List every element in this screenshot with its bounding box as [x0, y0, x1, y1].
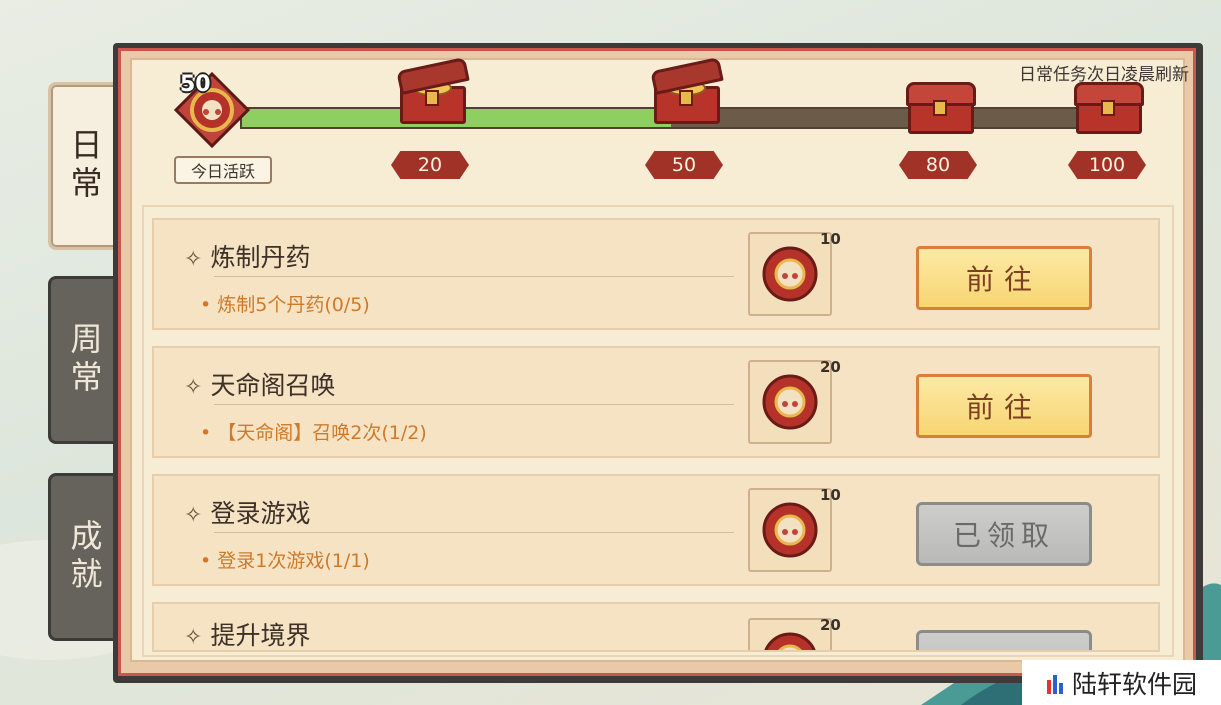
site-logo-icon [1046, 674, 1063, 694]
drum-icon [762, 502, 818, 558]
drum-icon [764, 632, 816, 650]
sparkle-icon: ✧ [184, 375, 203, 400]
watermark-text: 陆轩软件园 [1071, 669, 1197, 699]
task-description: • 炼制5个丹药(0/5) [200, 294, 370, 316]
drum-icon [762, 246, 818, 302]
tab-weekly[interactable]: 周常 [48, 276, 118, 444]
task-description: • 【天命阁】召唤2次(1/2) [200, 422, 427, 444]
tab-achievement[interactable]: 成就 [48, 473, 118, 641]
reward-count: 20 [820, 358, 841, 376]
divider [214, 532, 734, 533]
chest-100-icon[interactable] [1074, 80, 1144, 134]
task-row: ✧ 登录游戏 • 登录1次游戏(1/1) 10 已领取 [152, 474, 1160, 586]
task-title: ✧ 天命阁召唤 [184, 371, 336, 400]
claimed-button[interactable] [916, 630, 1092, 650]
sparkle-icon: ✧ [184, 247, 203, 272]
chest-20-icon[interactable] [396, 56, 470, 124]
sparkle-icon: ✧ [184, 625, 203, 650]
task-title: ✧ 登录游戏 [184, 499, 311, 528]
task-row: ✧ 提升境界 20 [152, 602, 1160, 652]
milestone-20: 20 [391, 151, 469, 179]
reward-count: 10 [820, 486, 841, 504]
drum-icon [762, 374, 818, 430]
go-button[interactable]: 前往 [916, 246, 1092, 310]
milestone-80: 80 [899, 151, 977, 179]
watermark: 陆轩软件园 [1022, 660, 1221, 705]
task-description: • 登录1次游戏(1/1) [200, 550, 370, 572]
claimed-button[interactable]: 已领取 [916, 502, 1092, 566]
task-title: ✧ 提升境界 [184, 621, 311, 650]
milestone-100: 100 [1068, 151, 1146, 179]
task-row: ✧ 炼制丹药 • 炼制5个丹药(0/5) 10 前往 [152, 218, 1160, 330]
activity-value: 50 [180, 72, 211, 97]
reward-count: 10 [820, 230, 841, 248]
task-title: ✧ 炼制丹药 [184, 243, 311, 272]
chest-80-icon[interactable] [906, 80, 976, 134]
tab-daily[interactable]: 日常 [48, 82, 118, 250]
sparkle-icon: ✧ [184, 503, 203, 528]
today-activity-label: 今日活跃 [174, 156, 272, 184]
milestone-50: 50 [645, 151, 723, 179]
divider [214, 404, 734, 405]
chest-50-icon[interactable] [650, 56, 724, 124]
task-row: ✧ 天命阁召唤 • 【天命阁】召唤2次(1/2) 20 前往 [152, 346, 1160, 458]
divider [214, 276, 734, 277]
go-button[interactable]: 前往 [916, 374, 1092, 438]
reward-count: 20 [820, 616, 841, 634]
